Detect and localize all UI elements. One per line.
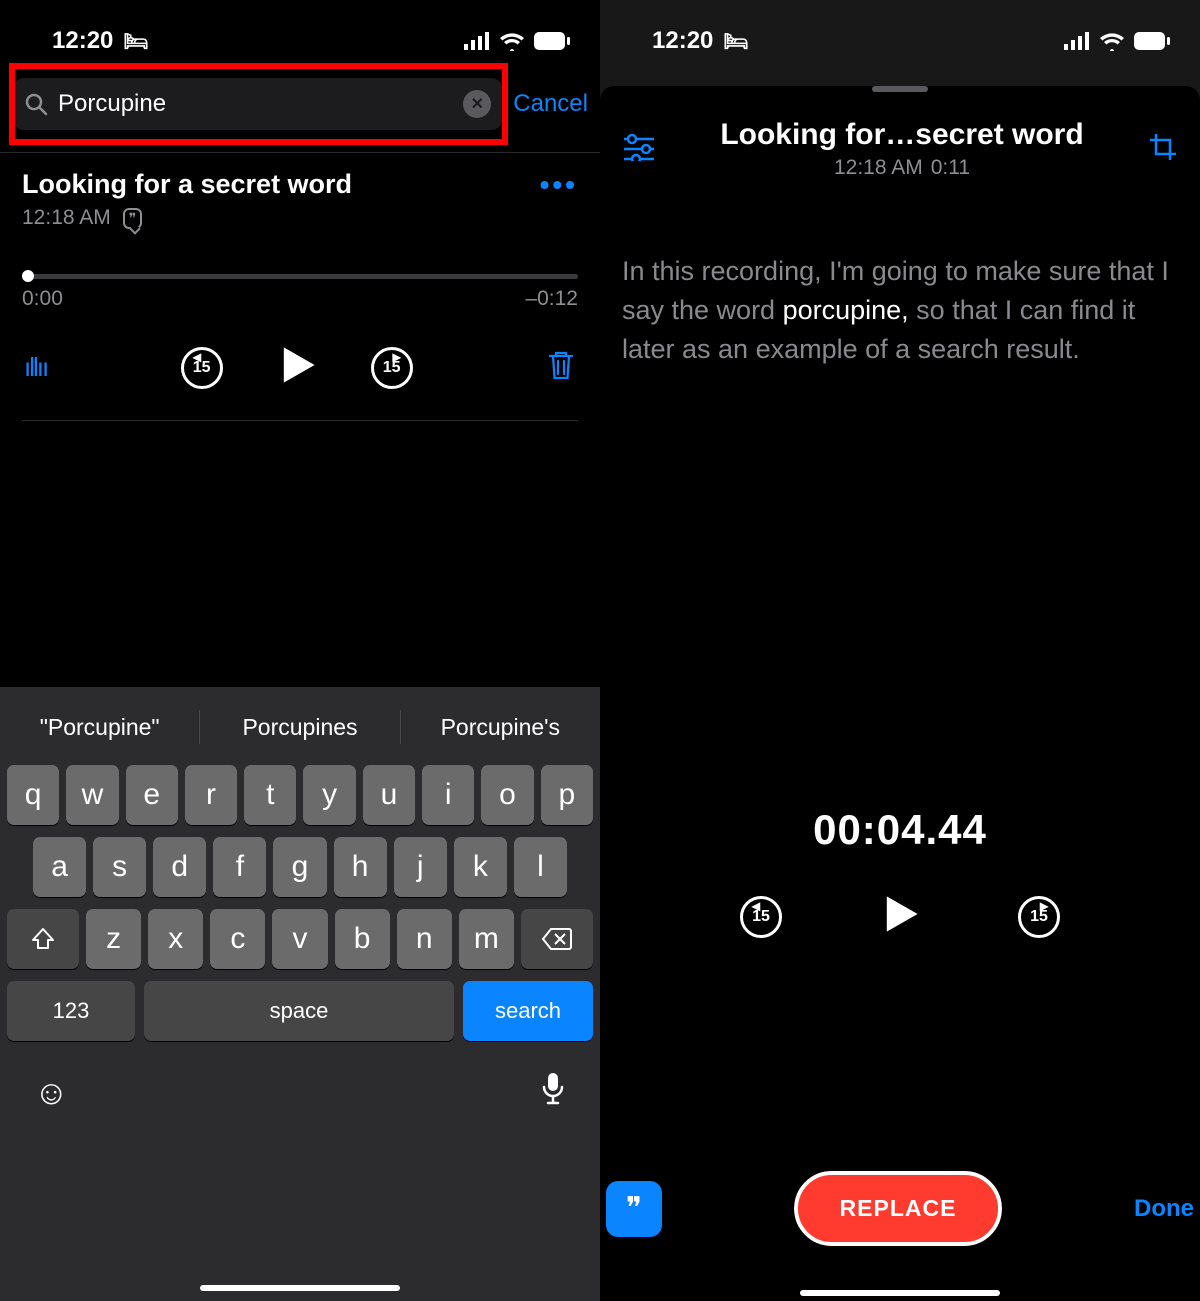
left-screenshot: 12:20 ✕ Cancel Looking for a secret word bbox=[0, 0, 600, 1301]
home-indicator[interactable] bbox=[800, 1290, 1000, 1296]
status-bar: 12:20 bbox=[0, 0, 600, 72]
home-indicator[interactable] bbox=[200, 1285, 400, 1291]
delete-button[interactable] bbox=[546, 348, 576, 387]
search-input[interactable] bbox=[58, 90, 453, 118]
suggestion-bar: "Porcupine" Porcupines Porcupine's bbox=[0, 695, 600, 759]
key-q[interactable]: q bbox=[7, 765, 59, 825]
suggestion[interactable]: "Porcupine" bbox=[0, 714, 199, 741]
edit-sheet: Looking for…secret word 12:18 AM0:11 In … bbox=[600, 86, 1200, 1301]
bed-icon bbox=[723, 27, 748, 55]
transcript-icon: ❞ bbox=[123, 208, 143, 229]
battery-icon bbox=[534, 32, 570, 50]
dictation-icon[interactable] bbox=[540, 1071, 566, 1116]
scrubber-thumb[interactable] bbox=[22, 270, 34, 282]
cellular-icon bbox=[1064, 32, 1090, 50]
remaining-time: –0:12 bbox=[525, 287, 578, 311]
sliders-icon[interactable] bbox=[622, 133, 656, 166]
key-m[interactable]: m bbox=[459, 909, 514, 969]
right-screenshot: 12:20 Looking for…secret word 12:18 AM0:… bbox=[600, 0, 1200, 1301]
elapsed-time: 0:00 bbox=[22, 287, 63, 311]
skip-forward-button[interactable]: 15▸ bbox=[1018, 896, 1060, 938]
suggestion[interactable]: Porcupines bbox=[200, 714, 399, 741]
status-time: 12:20 bbox=[52, 27, 113, 55]
key-v[interactable]: v bbox=[272, 909, 327, 969]
skip-back-button[interactable]: 15▸ bbox=[181, 347, 223, 389]
key-b[interactable]: b bbox=[335, 909, 390, 969]
key-j[interactable]: j bbox=[394, 837, 447, 897]
wifi-icon bbox=[1099, 31, 1125, 51]
search-field[interactable]: ✕ bbox=[12, 78, 503, 130]
clear-button[interactable]: ✕ bbox=[463, 90, 491, 118]
recording-time: 12:18 AM bbox=[22, 206, 111, 230]
play-button[interactable] bbox=[878, 892, 922, 941]
key-123[interactable]: 123 bbox=[7, 981, 135, 1041]
battery-icon bbox=[1134, 32, 1170, 50]
key-w[interactable]: w bbox=[66, 765, 118, 825]
key-r[interactable]: r bbox=[185, 765, 237, 825]
search-icon bbox=[24, 92, 48, 116]
key-o[interactable]: o bbox=[481, 765, 533, 825]
key-t[interactable]: t bbox=[244, 765, 296, 825]
transcript-button[interactable]: ❞ bbox=[606, 1181, 662, 1237]
skip-back-button[interactable]: 15▸ bbox=[740, 896, 782, 938]
play-button[interactable] bbox=[275, 343, 319, 392]
wifi-icon bbox=[499, 31, 525, 51]
divider bbox=[22, 420, 578, 421]
waveform-icon[interactable]: ıllıı bbox=[24, 352, 47, 383]
key-i[interactable]: i bbox=[422, 765, 474, 825]
key-u[interactable]: u bbox=[363, 765, 415, 825]
key-shift[interactable] bbox=[7, 909, 79, 969]
key-x[interactable]: x bbox=[148, 909, 203, 969]
suggestion[interactable]: Porcupine's bbox=[401, 714, 600, 741]
edit-title: Looking for…secret word bbox=[720, 118, 1083, 152]
key-s[interactable]: s bbox=[93, 837, 146, 897]
status-bar: 12:20 bbox=[600, 0, 1200, 72]
crop-icon[interactable] bbox=[1148, 132, 1178, 167]
recording-title: Looking for a secret word bbox=[22, 169, 352, 200]
status-time: 12:20 bbox=[652, 27, 713, 55]
cellular-icon bbox=[464, 32, 490, 50]
key-a[interactable]: a bbox=[33, 837, 86, 897]
key-h[interactable]: h bbox=[334, 837, 387, 897]
key-n[interactable]: n bbox=[397, 909, 452, 969]
key-g[interactable]: g bbox=[273, 837, 326, 897]
edit-subtitle: 12:18 AM0:11 bbox=[720, 156, 1083, 180]
skip-forward-button[interactable]: 15▸ bbox=[371, 347, 413, 389]
sheet-grabber[interactable] bbox=[872, 86, 928, 92]
key-c[interactable]: c bbox=[210, 909, 265, 969]
key-p[interactable]: p bbox=[541, 765, 593, 825]
replace-button[interactable]: REPLACE bbox=[794, 1171, 1003, 1246]
playhead-time: 00:04.44 bbox=[600, 806, 1200, 854]
done-button[interactable]: Done bbox=[1134, 1195, 1194, 1223]
key-f[interactable]: f bbox=[213, 837, 266, 897]
key-delete[interactable] bbox=[521, 909, 593, 969]
highlighted-word: porcupine, bbox=[783, 295, 909, 325]
key-d[interactable]: d bbox=[153, 837, 206, 897]
emoji-icon[interactable]: ☺ bbox=[34, 1074, 69, 1113]
key-e[interactable]: e bbox=[126, 765, 178, 825]
key-k[interactable]: k bbox=[454, 837, 507, 897]
more-button[interactable]: ••• bbox=[540, 169, 578, 201]
transcript-text[interactable]: In this recording, I'm going to make sur… bbox=[622, 252, 1178, 369]
recording-item[interactable]: Looking for a secret word 12:18 AM ❞ •••… bbox=[0, 153, 600, 421]
scrubber[interactable]: 0:00 –0:12 bbox=[22, 274, 578, 311]
key-space[interactable]: space bbox=[144, 981, 454, 1041]
key-search[interactable]: search bbox=[463, 981, 593, 1041]
keyboard: "Porcupine" Porcupines Porcupine's q w e… bbox=[0, 687, 600, 1301]
cancel-button[interactable]: Cancel bbox=[513, 90, 588, 118]
key-z[interactable]: z bbox=[86, 909, 141, 969]
bed-icon bbox=[123, 27, 148, 55]
key-y[interactable]: y bbox=[303, 765, 355, 825]
search-row: ✕ Cancel bbox=[0, 78, 600, 130]
key-l[interactable]: l bbox=[514, 837, 567, 897]
